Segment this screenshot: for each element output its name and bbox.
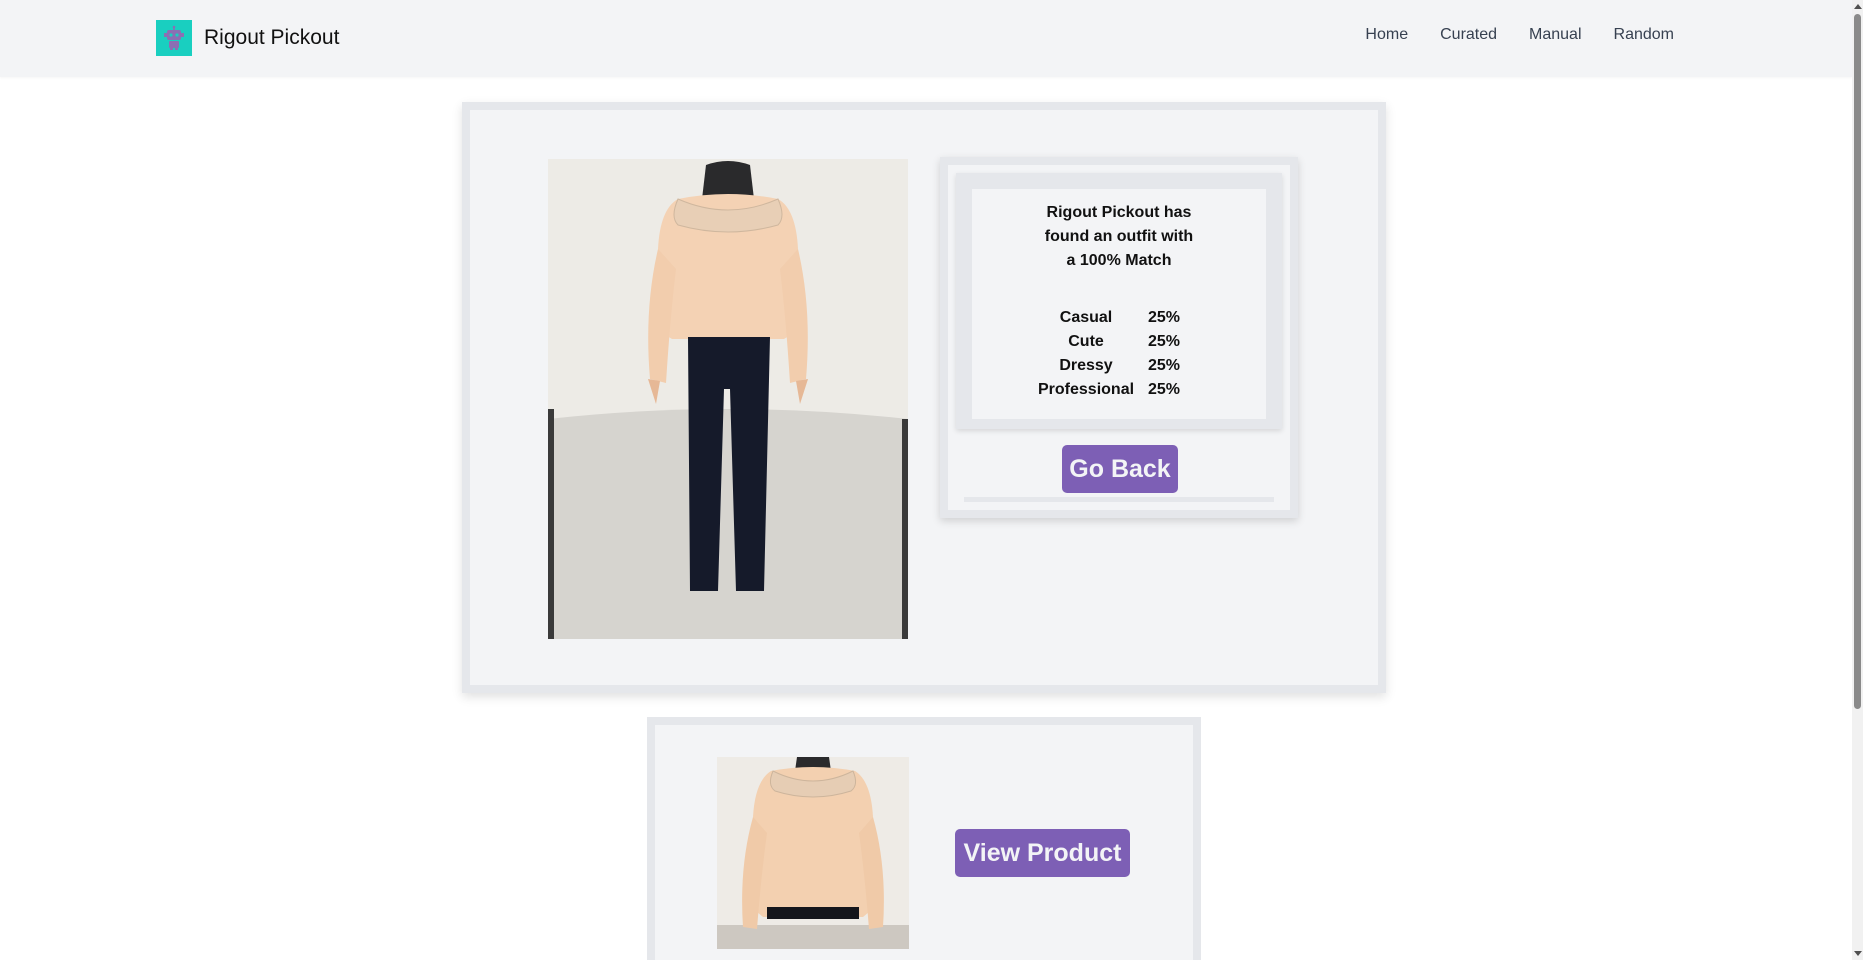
match-summary: Rigout Pickout has found an outfit with … — [972, 201, 1266, 273]
robot-logo-icon — [156, 20, 192, 56]
score-row: Dressy 25% — [1038, 354, 1180, 378]
score-row: Casual 25% — [1038, 306, 1180, 330]
score-label: Cute — [1068, 333, 1104, 350]
brand-link[interactable]: Rigout Pickout — [156, 20, 339, 56]
nav-links: Home Curated Manual Random — [1365, 26, 1674, 44]
brand-name: Rigout Pickout — [204, 26, 340, 49]
score-value: 25% — [1148, 333, 1181, 350]
nav-random[interactable]: Random — [1614, 26, 1674, 44]
scroll-up-arrow-icon[interactable] — [1854, 4, 1862, 9]
navbar: Rigout Pickout Home Curated Manual Rando… — [0, 0, 1852, 77]
score-value: 25% — [1148, 357, 1181, 374]
nav-curated[interactable]: Curated — [1440, 26, 1497, 44]
nav-manual[interactable]: Manual — [1529, 26, 1581, 44]
style-scores-table: Casual 25% Cute 25% Dressy 25% Professio… — [1038, 306, 1180, 402]
match-line: found an outfit with — [1044, 228, 1194, 245]
score-value: 25% — [1148, 381, 1181, 398]
product-image — [717, 757, 909, 949]
view-product-button[interactable]: View Product — [955, 829, 1130, 877]
score-value: 25% — [1148, 309, 1181, 326]
go-back-button[interactable]: Go Back — [1062, 445, 1178, 493]
score-label: Professional — [1038, 381, 1135, 398]
score-row: Professional 25% — [1038, 378, 1180, 402]
scrollbar-thumb[interactable] — [1854, 14, 1861, 709]
score-label: Casual — [1059, 309, 1113, 326]
page-scrollbar[interactable] — [1852, 0, 1863, 960]
outfit-image — [548, 159, 908, 639]
match-box: Rigout Pickout has found an outfit with … — [956, 173, 1282, 429]
match-line: a 100% Match — [1066, 252, 1172, 269]
score-row: Cute 25% — [1038, 330, 1180, 354]
match-box-inner: Rigout Pickout has found an outfit with … — [972, 189, 1266, 419]
nav-home[interactable]: Home — [1365, 26, 1408, 44]
match-line: Rigout Pickout has — [1046, 204, 1192, 221]
scroll-down-arrow-icon[interactable] — [1854, 951, 1862, 956]
score-label: Dressy — [1059, 357, 1113, 374]
